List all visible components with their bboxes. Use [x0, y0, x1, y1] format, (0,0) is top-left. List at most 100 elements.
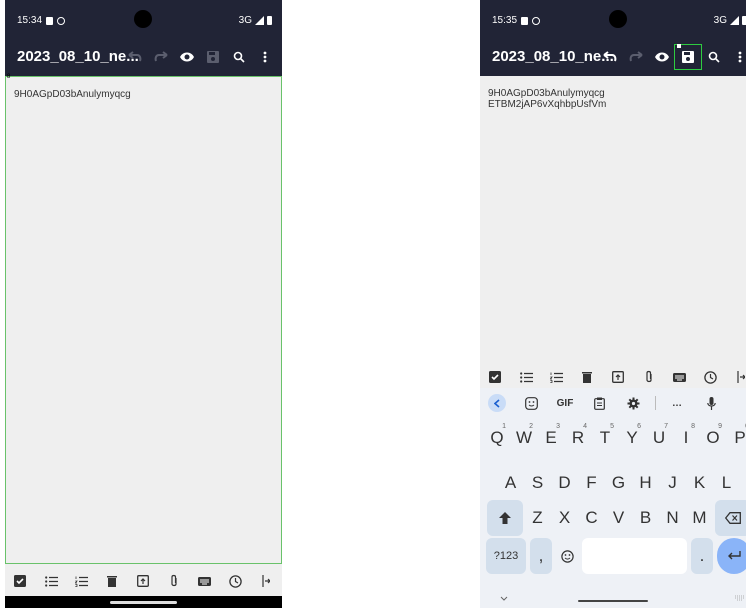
period-label: . [699, 546, 705, 565]
home-gesture-handle[interactable] [110, 601, 177, 604]
attach-image-button[interactable] [603, 371, 634, 383]
undo-button[interactable] [597, 45, 623, 69]
microphone-icon [706, 396, 716, 410]
keyboard-settings-button[interactable] [616, 397, 650, 410]
collapse-strip-button[interactable] [480, 394, 514, 412]
search-button[interactable] [701, 45, 727, 69]
timestamp-button[interactable] [220, 574, 251, 588]
undo-button[interactable] [122, 45, 148, 69]
comma-key[interactable]: , [530, 538, 552, 574]
soft-keyboard: GIF … Q1W2E3R4T5Y6U7I8O9P0 ASDFGHJKL ZXC… [480, 388, 746, 608]
bullet-list-button[interactable] [511, 371, 542, 383]
timestamp-button[interactable] [695, 370, 726, 384]
key-z[interactable]: Z [526, 500, 550, 536]
attach-image-button[interactable] [128, 575, 159, 587]
save-button[interactable] [200, 45, 226, 69]
checkbox-button[interactable] [5, 575, 36, 587]
delete-button[interactable] [572, 371, 603, 383]
search-icon [708, 51, 720, 63]
redo-icon [629, 51, 643, 62]
note-editor[interactable]: 9H0AGpD03bAnulymyqcg ETBM2jAP6vXqhbpUsfV… [480, 76, 746, 362]
key-w[interactable]: W2 [512, 420, 536, 456]
shift-key[interactable] [486, 500, 523, 536]
save-button[interactable] [674, 44, 702, 70]
key-l[interactable]: L [715, 465, 739, 501]
gear-icon [627, 397, 639, 409]
key-c[interactable]: C [580, 500, 604, 536]
hide-keyboard-button[interactable] [500, 588, 508, 606]
battery-icon [267, 16, 272, 25]
key-n[interactable]: N [661, 500, 685, 536]
voice-input-button[interactable] [694, 396, 728, 410]
delete-button[interactable] [97, 575, 128, 587]
paperclip-icon [171, 574, 177, 587]
key-a[interactable]: A [499, 465, 523, 501]
keyboard-switch-button[interactable] [735, 588, 745, 606]
symbols-key[interactable]: ?123 [486, 538, 526, 574]
key-v[interactable]: V [607, 500, 631, 536]
key-label: I [683, 428, 689, 447]
overflow-menu-button[interactable] [252, 45, 278, 69]
indent-button[interactable] [251, 575, 282, 587]
attach-file-button[interactable] [158, 574, 189, 588]
attach-file-button[interactable] [633, 370, 664, 384]
clipboard-button[interactable] [582, 397, 616, 410]
emoji-key[interactable] [556, 538, 578, 574]
checkbox-button[interactable] [480, 371, 511, 383]
preview-button[interactable] [649, 45, 675, 69]
numbered-list-button[interactable] [66, 576, 97, 587]
key-x[interactable]: X [553, 500, 577, 536]
redo-button[interactable] [623, 45, 649, 69]
key-label: Q [490, 428, 504, 447]
key-i[interactable]: I8 [674, 420, 698, 456]
enter-key[interactable] [717, 538, 746, 574]
more-options-button[interactable]: … [660, 398, 694, 409]
key-k[interactable]: K [688, 465, 712, 501]
key-b[interactable]: B [634, 500, 658, 536]
redo-icon [154, 51, 168, 62]
key-d[interactable]: D [553, 465, 577, 501]
bullet-list-button[interactable] [36, 575, 67, 587]
home-gesture-handle[interactable] [578, 600, 648, 602]
key-g[interactable]: G [607, 465, 631, 501]
sticker-button[interactable] [514, 396, 548, 410]
overflow-menu-button[interactable] [727, 45, 746, 69]
space-bar[interactable] [582, 538, 687, 574]
gif-label: GIF [556, 397, 574, 409]
keyboard-button[interactable] [664, 372, 695, 382]
key-r[interactable]: R4 [566, 420, 590, 456]
key-f[interactable]: F [580, 465, 604, 501]
key-y[interactable]: Y6 [620, 420, 644, 456]
note-text[interactable]: 9H0AGpD03bAnulymyqcg ETBM2jAP6vXqhbpUsfV… [480, 76, 746, 110]
symbols-label: ?123 [493, 550, 519, 562]
key-q[interactable]: Q1 [485, 420, 509, 456]
note-text[interactable]: 9H0AGpD03bAnulymyqcg [6, 77, 281, 100]
key-label: O [706, 428, 720, 447]
note-title[interactable]: 2023_08_10_ne... [492, 48, 614, 65]
gif-button[interactable]: GIF [548, 398, 582, 409]
note-title[interactable]: 2023_08_10_ne... [17, 48, 139, 65]
key-h[interactable]: H [634, 465, 658, 501]
key-s[interactable]: S [526, 465, 550, 501]
phone-screen-right: 15:35 3G 2023_08_10_ne... 9H0AGpD03bAnul… [480, 0, 746, 608]
redo-button[interactable] [148, 45, 174, 69]
keyboard-button[interactable] [189, 576, 220, 586]
key-e[interactable]: E3 [539, 420, 563, 456]
key-u[interactable]: U7 [647, 420, 671, 456]
eye-icon [180, 52, 194, 62]
search-button[interactable] [226, 45, 252, 69]
key-j[interactable]: J [661, 465, 685, 501]
key-m[interactable]: M [688, 500, 712, 536]
key-t[interactable]: T5 [593, 420, 617, 456]
numbered-list-button[interactable] [541, 372, 572, 383]
front-camera [609, 10, 627, 28]
period-key[interactable]: . [691, 538, 713, 574]
note-editor[interactable]: 8 9H0AGpD03bAnulymyqcg [5, 74, 282, 564]
key-p[interactable]: P0 [728, 420, 746, 456]
key-label: E [545, 428, 557, 447]
indent-button[interactable] [726, 371, 746, 383]
backspace-key[interactable] [714, 500, 746, 536]
key-number-hint: 3 [556, 423, 560, 430]
key-o[interactable]: O9 [701, 420, 725, 456]
preview-button[interactable] [174, 45, 200, 69]
